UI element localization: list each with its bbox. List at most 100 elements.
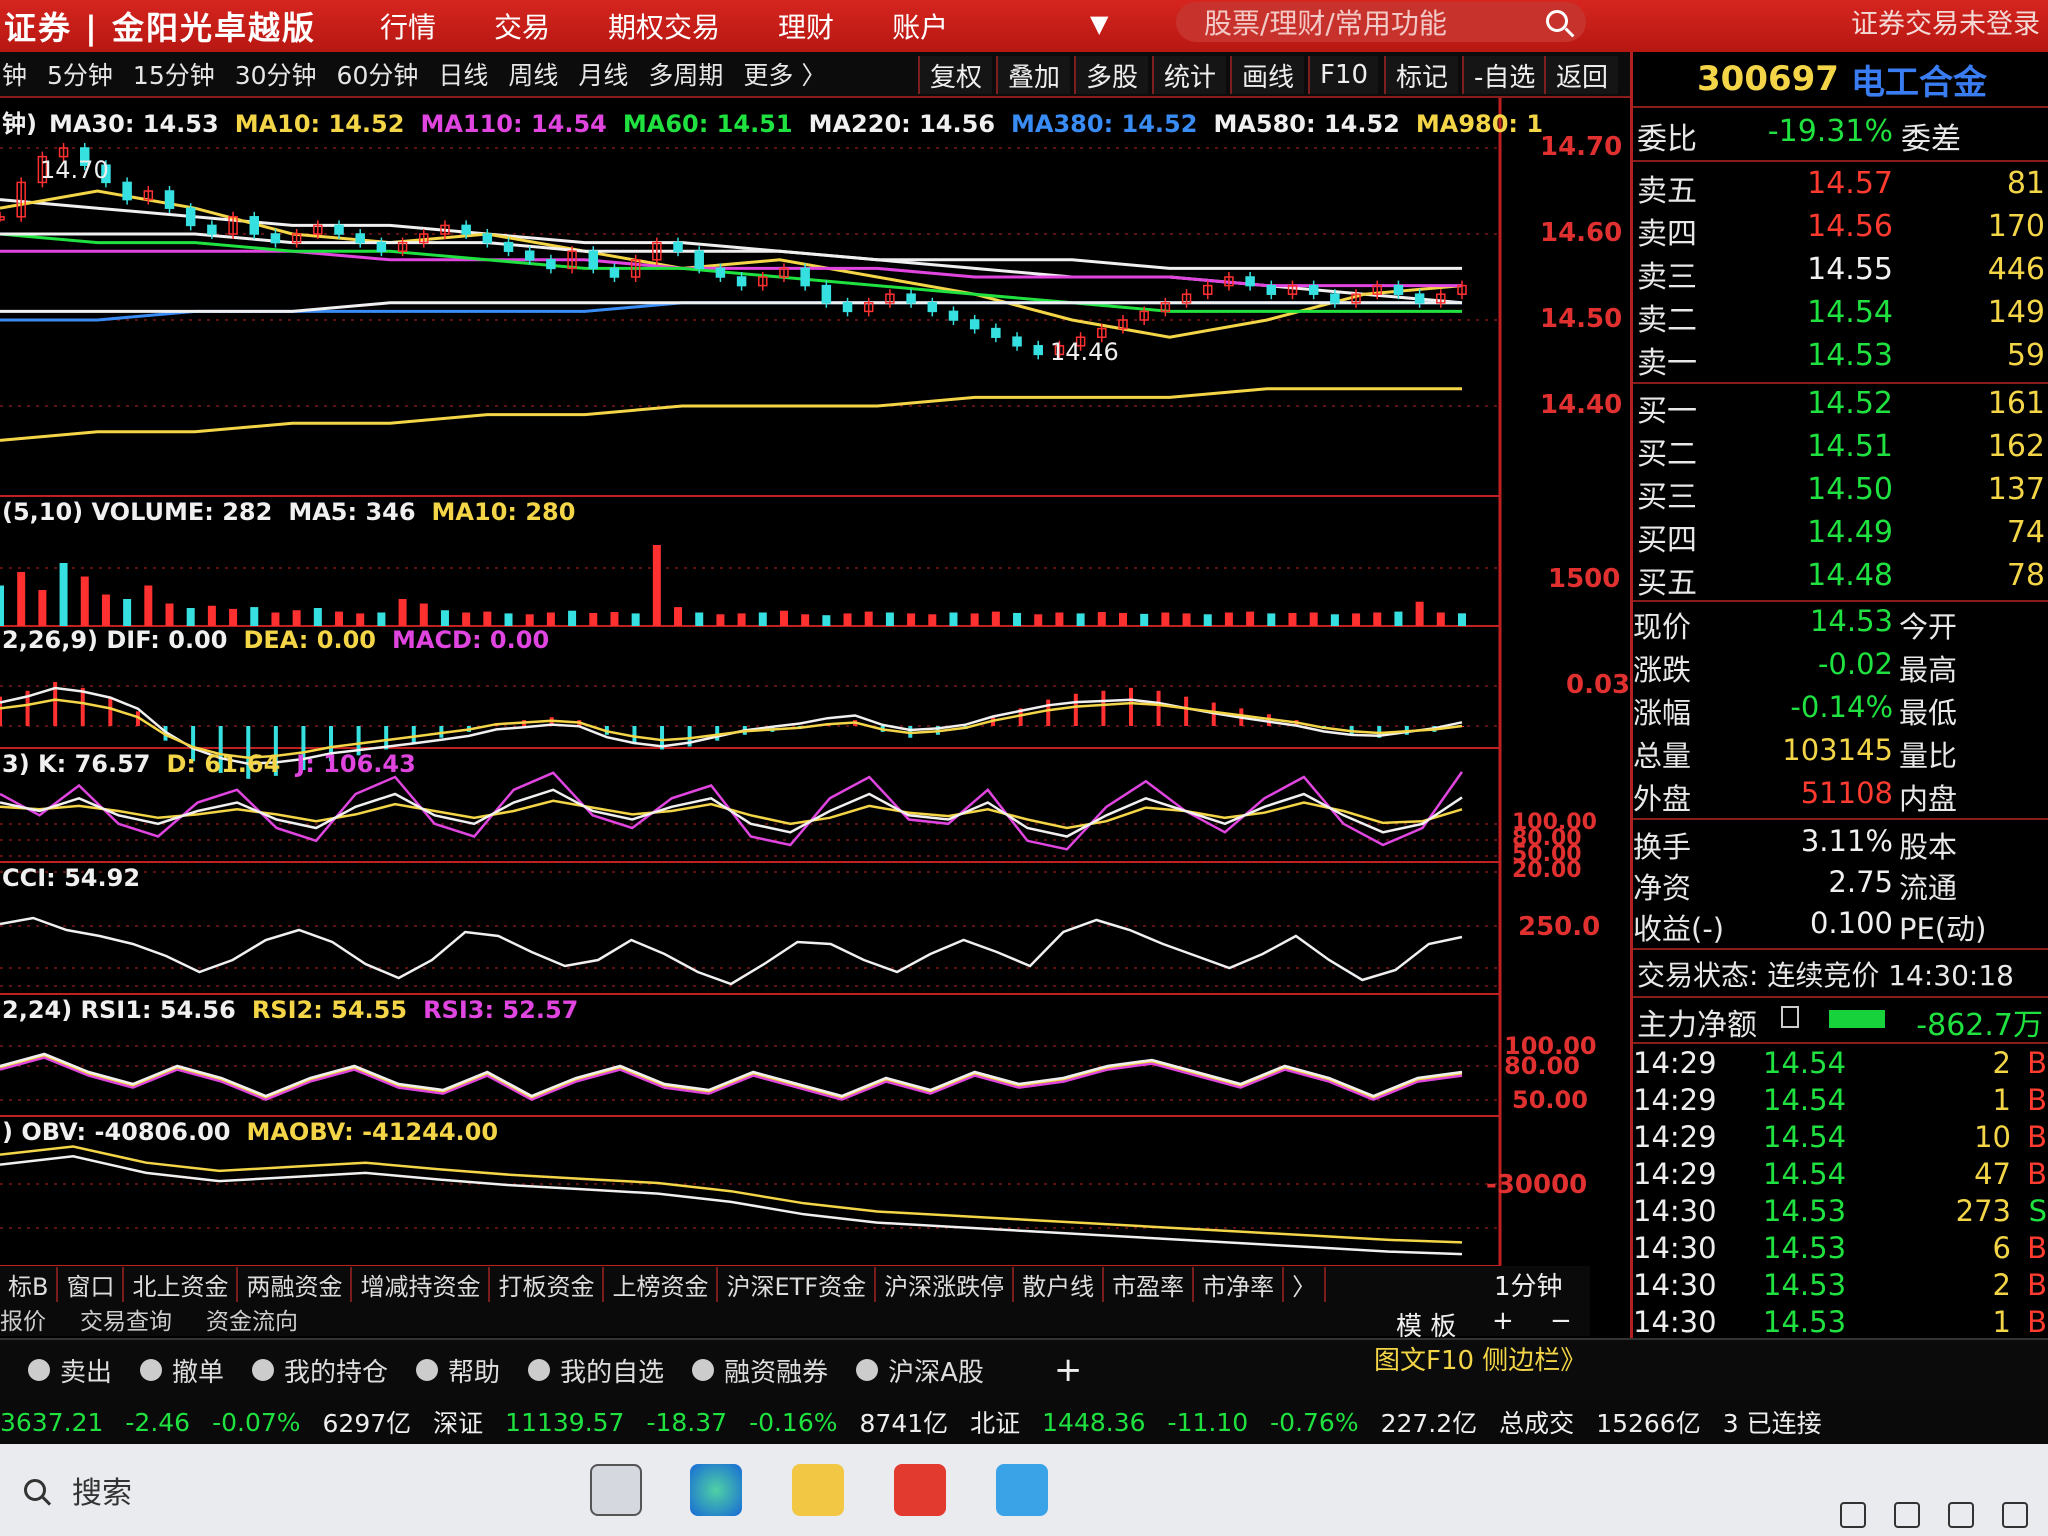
watchlist-button[interactable]: 我的自选 <box>528 1352 664 1389</box>
sell-button[interactable]: 卖出 <box>28 1352 112 1389</box>
book-row[interactable]: 卖四 14.56 170 <box>1633 209 2048 252</box>
sidebar-toggle[interactable]: 图文F10 侧边栏》 <box>1374 1340 1586 1377</box>
indicator-tab[interactable]: 增减持资金 <box>352 1266 491 1302</box>
taskbar-search[interactable]: 搜索 <box>72 1468 132 1512</box>
function-tab[interactable]: 报价 <box>0 1302 46 1336</box>
index-item: -0.16% <box>749 1407 838 1437</box>
add-tab-button[interactable]: + <box>1054 1350 1083 1390</box>
help-button[interactable]: 帮助 <box>416 1352 500 1389</box>
zoom-out-button[interactable]: − <box>1550 1306 1572 1336</box>
index-item: 北证 <box>970 1409 1021 1438</box>
cancel-order-button[interactable]: 撤单 <box>140 1352 224 1389</box>
a-share-button[interactable]: 沪深A股 <box>856 1352 984 1389</box>
function-tab[interactable]: 交易查询 <box>80 1302 172 1336</box>
mark-button[interactable]: 标记 <box>1384 56 1459 94</box>
indicator-tab[interactable]: 沪深涨跌停 <box>876 1266 1015 1302</box>
candle <box>164 190 175 209</box>
indicator-tab[interactable]: 北上资金 <box>124 1266 239 1302</box>
tick-direction: B <box>2027 1120 2047 1154</box>
period-month[interactable]: 月线 <box>578 56 628 92</box>
book-row[interactable]: 卖二 14.54 149 <box>1633 295 2048 338</box>
nav-wealth[interactable]: 理财 <box>778 6 834 46</box>
chevron-down-icon[interactable]: ▼ <box>1090 10 1108 38</box>
multi-stock-button[interactable]: 多股 <box>1074 56 1149 94</box>
task-view-icon[interactable] <box>590 1464 642 1516</box>
period-60min[interactable]: 60分钟 <box>337 56 419 92</box>
book-row[interactable]: 买二 14.51 162 <box>1633 429 2048 472</box>
book-row[interactable]: 卖五 14.57 81 <box>1633 166 2048 209</box>
trading-app-icon[interactable] <box>894 1464 946 1516</box>
draw-line-button[interactable]: 画线 <box>1230 56 1305 94</box>
nav-options[interactable]: 期权交易 <box>608 6 720 46</box>
function-tab[interactable]: 资金流向 <box>206 1302 298 1336</box>
legend-item: MAOBV: -41244.00 <box>246 1118 499 1146</box>
file-explorer-icon[interactable] <box>792 1464 844 1516</box>
stock-name[interactable]: 电工合金 <box>1851 55 1987 104</box>
period-15min[interactable]: 15分钟 <box>133 56 215 92</box>
period-selector[interactable]: 1分钟 <box>1494 1266 1563 1303</box>
restore-rights-button[interactable]: 复权 <box>918 56 993 94</box>
book-row[interactable]: 买一 14.52 161 <box>1633 386 2048 429</box>
period-week[interactable]: 周线 <box>508 56 558 92</box>
cci-legend: CCI: 54.92 <box>2 864 156 892</box>
search-icon[interactable] <box>24 1479 46 1501</box>
book-row[interactable]: 买五 14.48 78 <box>1633 558 2048 601</box>
indicator-tab[interactable]: 标B <box>0 1266 59 1302</box>
candle <box>969 319 980 330</box>
battery-icon[interactable] <box>2002 1502 2028 1528</box>
back-button[interactable]: 返回 <box>1544 56 1619 94</box>
indicator-tab[interactable]: 两融资金 <box>238 1266 353 1302</box>
period-5min[interactable]: 5分钟 <box>47 56 113 92</box>
f10-button[interactable]: F10 <box>1308 56 1379 94</box>
indicator-tab[interactable]: 沪深ETF资金 <box>718 1266 877 1302</box>
positions-button[interactable]: 我的持仓 <box>252 1352 388 1389</box>
margin-button[interactable]: 融资融券 <box>692 1352 828 1389</box>
period-day[interactable]: 日线 <box>438 56 488 92</box>
candle <box>736 276 747 287</box>
search-input[interactable]: 股票/理财/常用功能 <box>1176 2 1586 42</box>
indicator-tab[interactable]: 窗口 <box>58 1266 125 1302</box>
book-price: 14.57 <box>1807 166 1893 201</box>
indicator-tab[interactable]: 打板资金 <box>490 1266 605 1302</box>
chart-area[interactable]: 14.7014.4610:4510:5911:1211:2613:0913:22… <box>0 98 1630 1338</box>
statistics-button[interactable]: 统计 <box>1152 56 1227 94</box>
indicator-tab[interactable]: 市盈率 <box>1104 1266 1195 1302</box>
period-multi[interactable]: 多周期 <box>648 56 723 92</box>
nav-trade[interactable]: 交易 <box>494 6 550 46</box>
period-30min[interactable]: 30分钟 <box>235 56 317 92</box>
period-more[interactable]: 更多 〉 <box>743 56 826 92</box>
nav-market[interactable]: 行情 <box>380 6 436 46</box>
book-row[interactable]: 买四 14.49 74 <box>1633 515 2048 558</box>
edge-icon[interactable] <box>690 1464 742 1516</box>
candle <box>546 259 556 270</box>
nav-account[interactable]: 账户 <box>892 6 948 46</box>
period-1min-partial[interactable]: 钟 <box>2 56 27 92</box>
book-row[interactable]: 卖一 14.53 59 <box>1633 338 2048 381</box>
candle <box>842 302 853 313</box>
list-icon[interactable] <box>1781 1006 1799 1028</box>
remove-watchlist-button[interactable]: -自选 <box>1462 56 1546 94</box>
book-volume: 149 <box>1987 295 2045 330</box>
fundamental-label2: 股本 <box>1899 830 1958 864</box>
overlay-button[interactable]: 叠加 <box>996 56 1071 94</box>
search-icon[interactable] <box>1546 10 1568 32</box>
network-icon[interactable] <box>1948 1502 1974 1528</box>
indicator-tab[interactable]: 上榜资金 <box>604 1266 719 1302</box>
cloud-icon[interactable] <box>1894 1502 1920 1528</box>
book-row[interactable]: 买三 14.50 137 <box>1633 472 2048 515</box>
book-row[interactable]: 卖三 14.55 446 <box>1633 252 2048 295</box>
tick-row: 14:30 14.53 273 S <box>1633 1194 2048 1232</box>
ma-line-7 <box>0 387 1462 442</box>
tick-volume: 2 <box>1992 1268 2011 1302</box>
book-volume: 59 <box>2006 338 2045 373</box>
indicator-tab[interactable]: 〉 <box>1284 1266 1327 1302</box>
app-icon[interactable] <box>996 1464 1048 1516</box>
indicator-tab[interactable]: 市净率 <box>1194 1266 1285 1302</box>
zoom-in-button[interactable]: + <box>1492 1306 1514 1336</box>
volume-bar <box>250 607 259 626</box>
index-item: 3637.21 <box>0 1407 104 1437</box>
indicator-tab[interactable]: 散户线 <box>1014 1266 1105 1302</box>
book-volume: 137 <box>1987 472 2045 507</box>
chevron-up-icon[interactable] <box>1840 1502 1866 1528</box>
login-status[interactable]: 证券交易未登录 <box>1851 2 2040 41</box>
